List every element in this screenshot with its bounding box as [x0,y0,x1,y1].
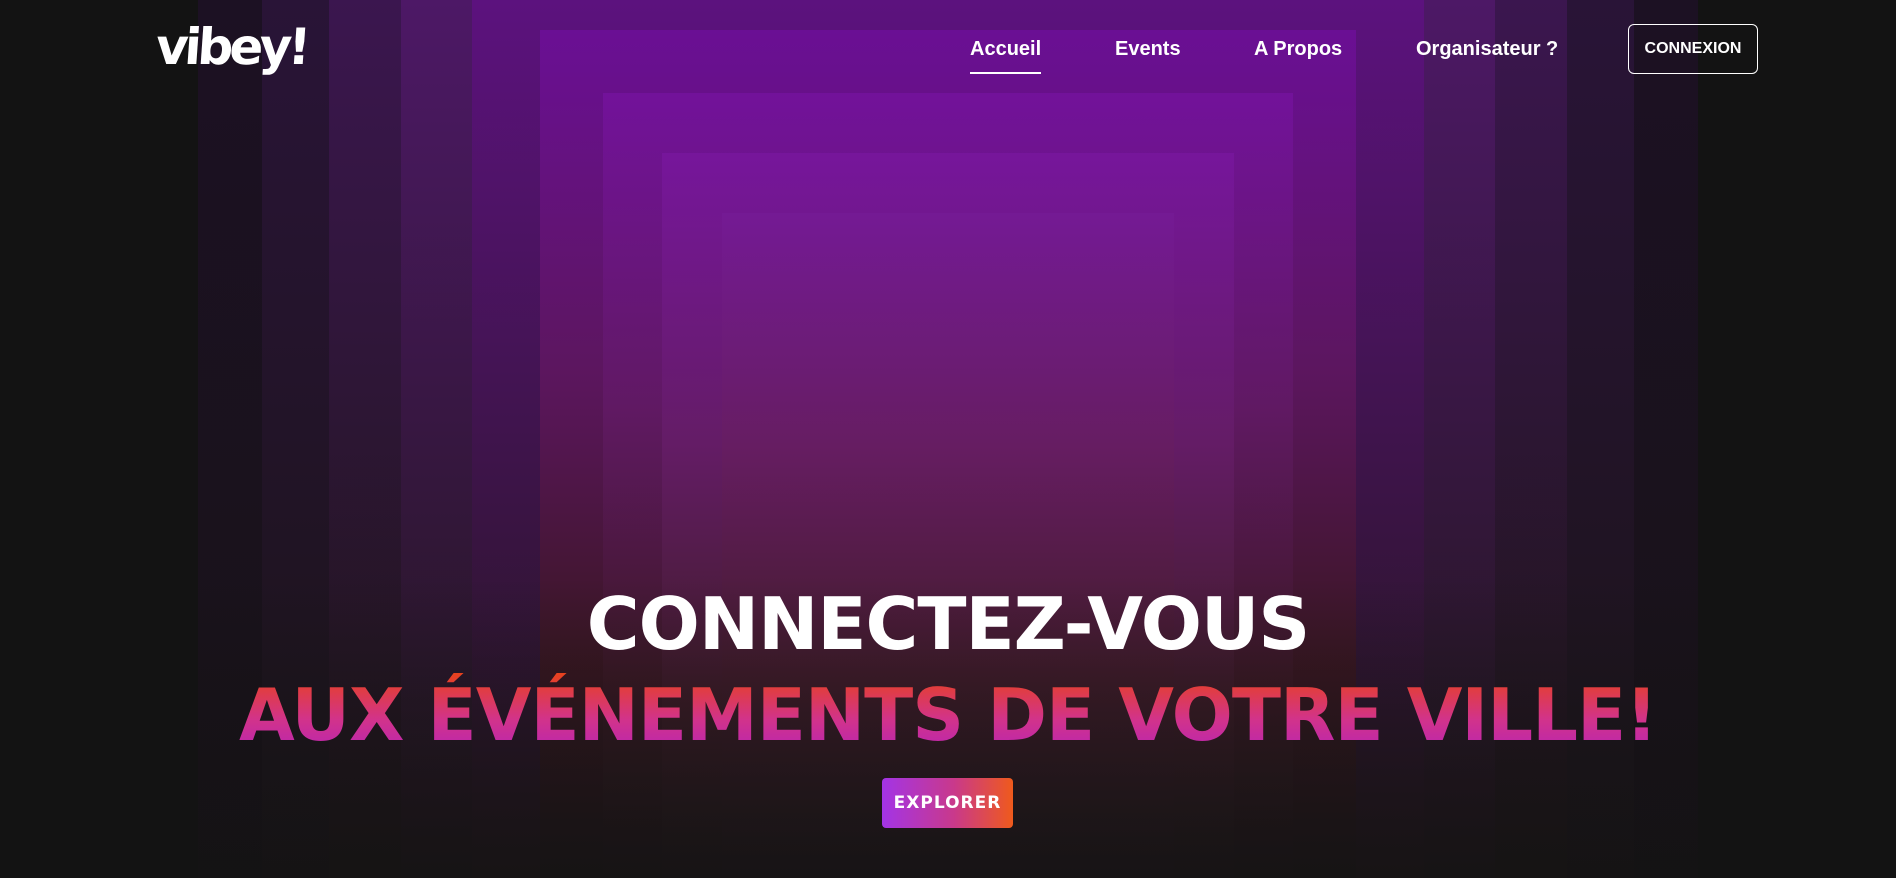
main-nav: Accueil Events A Propos Organisateur ? [0,38,1896,74]
nav-item-events[interactable]: Events [1115,38,1181,61]
hero-heading-line2: AUX ÉVÉNEMENTS DE VOTRE VILLE! [0,679,1896,751]
nav-item-organisateur[interactable]: Organisateur ? [1416,38,1558,61]
site-header: vibey! Accueil Events A Propos Organisat… [0,0,1896,100]
hero-heading-line2-text: AUX ÉVÉNEMENTS DE VOTRE VILLE! [239,673,1658,757]
explore-button[interactable]: EXPLORER [882,778,1013,828]
nav-item-accueil[interactable]: Accueil [970,38,1042,74]
login-button[interactable]: CONNEXION [1628,24,1758,74]
hero-heading-line1: CONNECTEZ-VOUS [586,582,1310,666]
nav-item-a-propos[interactable]: A Propos [1254,38,1342,61]
